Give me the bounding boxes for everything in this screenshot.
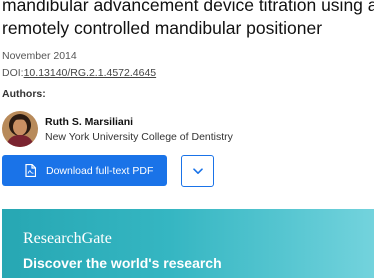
researchgate-logo: ResearchGate bbox=[23, 230, 112, 247]
publication-title: mandibular advancement device titration … bbox=[2, 0, 374, 40]
author-institution[interactable]: New York University College of Dentistry bbox=[45, 131, 233, 143]
publication-page: mandibular advancement device titration … bbox=[0, 0, 374, 278]
chevron-down-icon bbox=[192, 167, 203, 174]
banner-tagline: Discover the world's research bbox=[23, 255, 222, 271]
author-card[interactable]: Ruth S. Marsiliani New York University C… bbox=[2, 111, 302, 151]
publication-date: November 2014 bbox=[2, 50, 77, 62]
doi-row: DOI:10.13140/RG.2.1.4572.4645 bbox=[2, 67, 156, 79]
authors-heading: Authors: bbox=[2, 88, 46, 100]
doi-link[interactable]: 10.13140/RG.2.1.4572.4645 bbox=[24, 67, 157, 79]
download-pdf-button[interactable]: Download full-text PDF bbox=[2, 155, 167, 186]
download-pdf-label: Download full-text PDF bbox=[46, 164, 154, 177]
pdf-file-icon bbox=[25, 163, 37, 178]
researchgate-banner[interactable]: ResearchGate Discover the world's resear… bbox=[2, 209, 374, 278]
title-line-1: mandibular advancement device titration … bbox=[2, 0, 374, 15]
author-name[interactable]: Ruth S. Marsiliani bbox=[45, 116, 133, 128]
author-photo-icon bbox=[2, 111, 38, 147]
author-avatar[interactable] bbox=[2, 111, 38, 147]
more-options-button[interactable] bbox=[181, 155, 214, 187]
doi-label: DOI: bbox=[2, 67, 24, 79]
title-line-2: remotely controlled mandibular positione… bbox=[2, 18, 323, 38]
